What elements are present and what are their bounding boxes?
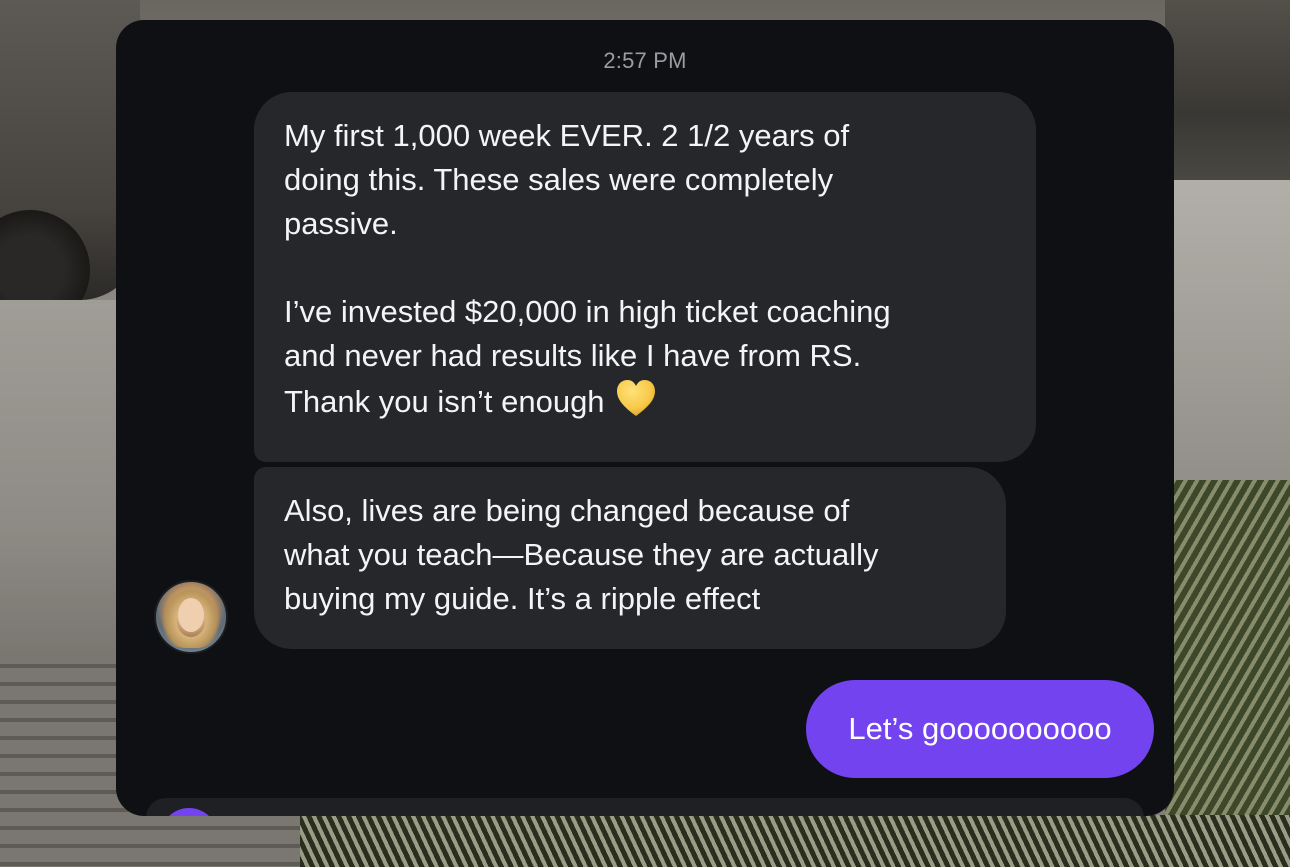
message-timestamp: 2:57 PM (603, 48, 687, 73)
background-plants (1165, 480, 1290, 867)
screenshot-scene: 2:57 PM My first 1,000 week EVER. 2 1/2 … (0, 0, 1290, 867)
chat-panel: 2:57 PM My first 1,000 week EVER. 2 1/2 … (116, 20, 1174, 816)
background-wall (1165, 180, 1290, 510)
sent-message-bubble[interactable]: Let’s goooooooooo (806, 680, 1154, 778)
sender-avatar[interactable] (154, 580, 228, 654)
received-message-bubble[interactable]: My first 1,000 week EVER. 2 1/2 years of… (254, 92, 1036, 462)
received-message-text: Also, lives are being changed because of… (284, 493, 879, 616)
yellow-heart-icon (616, 380, 655, 416)
received-message-text: My first 1,000 week EVER. 2 1/2 years of… (284, 118, 891, 419)
background-plants-bottom (300, 815, 1290, 867)
message-composer[interactable] (146, 798, 1144, 816)
background-street (1165, 0, 1290, 190)
avatar-face (178, 598, 204, 632)
sent-message-text: Let’s goooooooooo (848, 711, 1112, 746)
received-message-bubble[interactable]: Also, lives are being changed because of… (254, 467, 1006, 649)
